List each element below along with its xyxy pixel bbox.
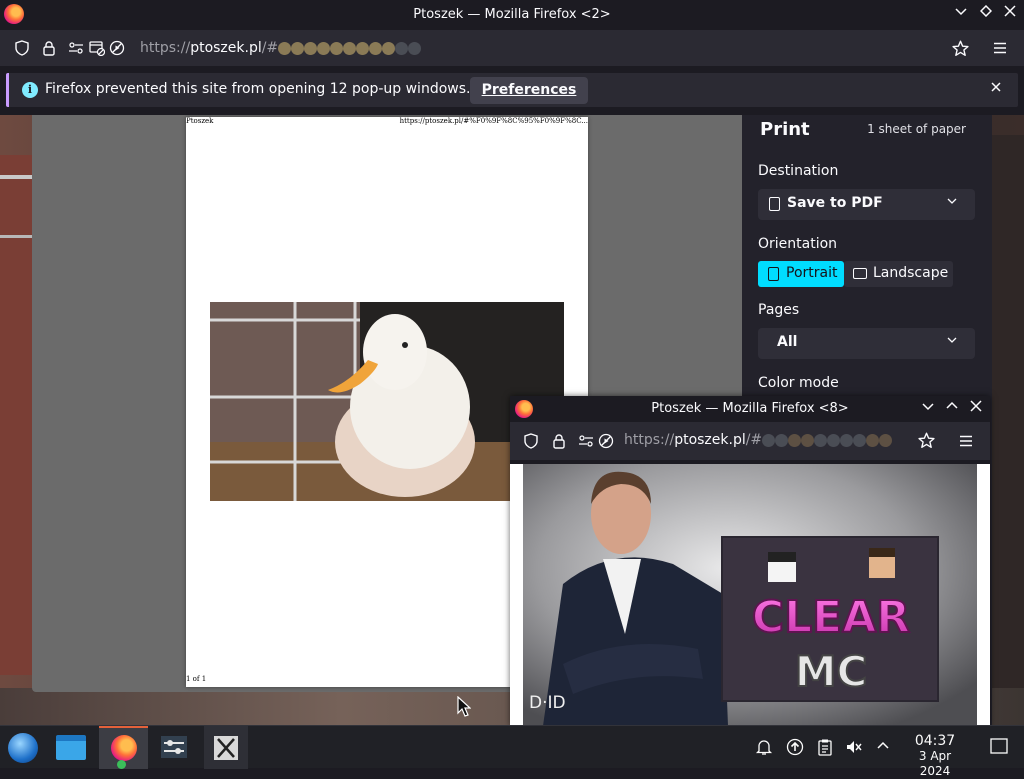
- show-desktop-icon[interactable]: [990, 738, 1008, 756]
- shield-icon[interactable]: [523, 433, 539, 449]
- bookmark-star-icon[interactable]: [918, 432, 935, 448]
- banner-title: CLEAR: [752, 592, 910, 643]
- shield-icon[interactable]: [14, 40, 30, 56]
- portrait-option[interactable]: Portrait: [758, 261, 844, 287]
- main-titlebar: Ptoszek — Mozilla Firefox <2>: [0, 0, 1024, 30]
- folder-icon: [56, 735, 86, 760]
- notifications-bell-icon[interactable]: [755, 738, 773, 756]
- portrait-icon: [768, 267, 779, 281]
- x-app-icon: [214, 736, 238, 764]
- close-icon[interactable]: [966, 399, 986, 419]
- hamburger-menu-icon[interactable]: [958, 433, 974, 449]
- banner-subtitle: MC: [795, 647, 868, 696]
- destination-select[interactable]: Save to PDF: [758, 189, 975, 220]
- x-app-button[interactable]: [204, 726, 248, 769]
- navigation-toolbar: https://ptoszek.pl/#: [0, 30, 1024, 66]
- bookmark-star-icon[interactable]: [952, 40, 969, 56]
- popup-page-margin-left: [510, 464, 523, 726]
- landscape-option[interactable]: Landscape: [844, 261, 953, 287]
- mouse-cursor-icon: [457, 695, 472, 722]
- url-scheme: https://: [624, 432, 675, 448]
- pages-select[interactable]: All: [758, 328, 975, 359]
- url-scheme: https://: [140, 40, 191, 56]
- lock-icon[interactable]: [551, 433, 567, 449]
- pages-value: All: [777, 334, 798, 350]
- volume-muted-icon[interactable]: [845, 738, 863, 756]
- autoplay-blocked-icon[interactable]: [109, 40, 125, 56]
- minimize-icon[interactable]: [951, 4, 971, 24]
- settings-mixer-button[interactable]: [152, 726, 196, 769]
- pages-label: Pages: [758, 302, 800, 318]
- document-icon: [769, 197, 780, 211]
- url-path: /#: [261, 40, 279, 56]
- url-text[interactable]: https://ptoszek.pl/#: [140, 40, 422, 56]
- permissions-icon[interactable]: [578, 433, 594, 449]
- orientation-label: Orientation: [758, 236, 838, 252]
- popup-blocked-notification: i Firefox prevented this site from openi…: [6, 73, 1018, 107]
- firefox-taskbar-button[interactable]: [99, 726, 148, 769]
- landscape-icon: [853, 268, 867, 279]
- print-title: Print: [760, 119, 810, 140]
- info-icon: i: [22, 82, 38, 98]
- close-icon[interactable]: [1000, 4, 1020, 24]
- start-orb-icon: [8, 733, 38, 763]
- preferences-button[interactable]: Preferences: [470, 77, 588, 104]
- maximize-icon[interactable]: [976, 4, 996, 24]
- popup-page-image: CLEAR MC D·ID: [523, 464, 977, 726]
- maximize-icon[interactable]: [942, 399, 962, 419]
- popup-window: Ptoszek — Mozilla Firefox <8> https://pt…: [510, 396, 990, 726]
- popup-url-text[interactable]: https://ptoszek.pl/#: [624, 432, 893, 448]
- file-manager-button[interactable]: [49, 726, 93, 769]
- updates-icon[interactable]: [786, 738, 804, 756]
- destination-label: Destination: [758, 163, 839, 179]
- destination-value: Save to PDF: [787, 195, 883, 211]
- url-path: /#: [745, 432, 763, 448]
- sheet-header-url: https://ptoszek.pl/#%F0%9F%8C%95%F0%9F%8…: [399, 117, 588, 125]
- sheet-header-title: Ptoszek: [186, 117, 214, 125]
- hamburger-menu-icon[interactable]: [992, 40, 1008, 56]
- notification-message: Firefox prevented this site from opening…: [45, 81, 471, 97]
- notification-close-button[interactable]: [990, 81, 1002, 97]
- autoplay-blocked-icon[interactable]: [598, 433, 614, 449]
- color-mode-label: Color mode: [758, 375, 839, 391]
- popup-page-margin-right: [977, 464, 990, 726]
- url-host: ptoszek.pl: [190, 40, 262, 56]
- clock-time: 04:37: [914, 733, 956, 749]
- watermark-logo: D·ID: [529, 693, 566, 713]
- firefox-icon: [111, 735, 137, 761]
- chevron-down-icon: [947, 334, 957, 348]
- sliders-icon: [161, 736, 187, 762]
- url-emoji-sequence: [278, 40, 422, 56]
- portrait-label: Portrait: [786, 265, 838, 281]
- window-title: Ptoszek — Mozilla Firefox <2>: [413, 7, 611, 22]
- url-bar[interactable]: https://ptoszek.pl/#: [6, 32, 1018, 64]
- sheet-page-count: 1 of 1: [186, 675, 207, 683]
- lock-icon[interactable]: [41, 40, 57, 56]
- permissions-icon[interactable]: [68, 40, 84, 56]
- url-host: ptoszek.pl: [674, 432, 746, 448]
- popup-blocked-icon[interactable]: [89, 40, 106, 57]
- clipboard-icon[interactable]: [816, 738, 834, 756]
- minimize-icon[interactable]: [918, 399, 938, 419]
- clock[interactable]: 04:37 3 Apr 2024: [902, 733, 968, 779]
- sheet-count: 1 sheet of paper: [867, 122, 966, 136]
- chevron-down-icon: [947, 195, 957, 209]
- clock-date: 3 Apr 2024: [918, 749, 952, 778]
- landscape-label: Landscape: [873, 265, 949, 281]
- url-emoji-sequence: [762, 432, 893, 448]
- start-menu-button[interactable]: [0, 726, 44, 769]
- taskbar: 04:37 3 Apr 2024: [0, 725, 1024, 778]
- popup-url-bar[interactable]: https://ptoszek.pl/#: [510, 422, 990, 460]
- system-tray-expand-icon[interactable]: [874, 738, 892, 756]
